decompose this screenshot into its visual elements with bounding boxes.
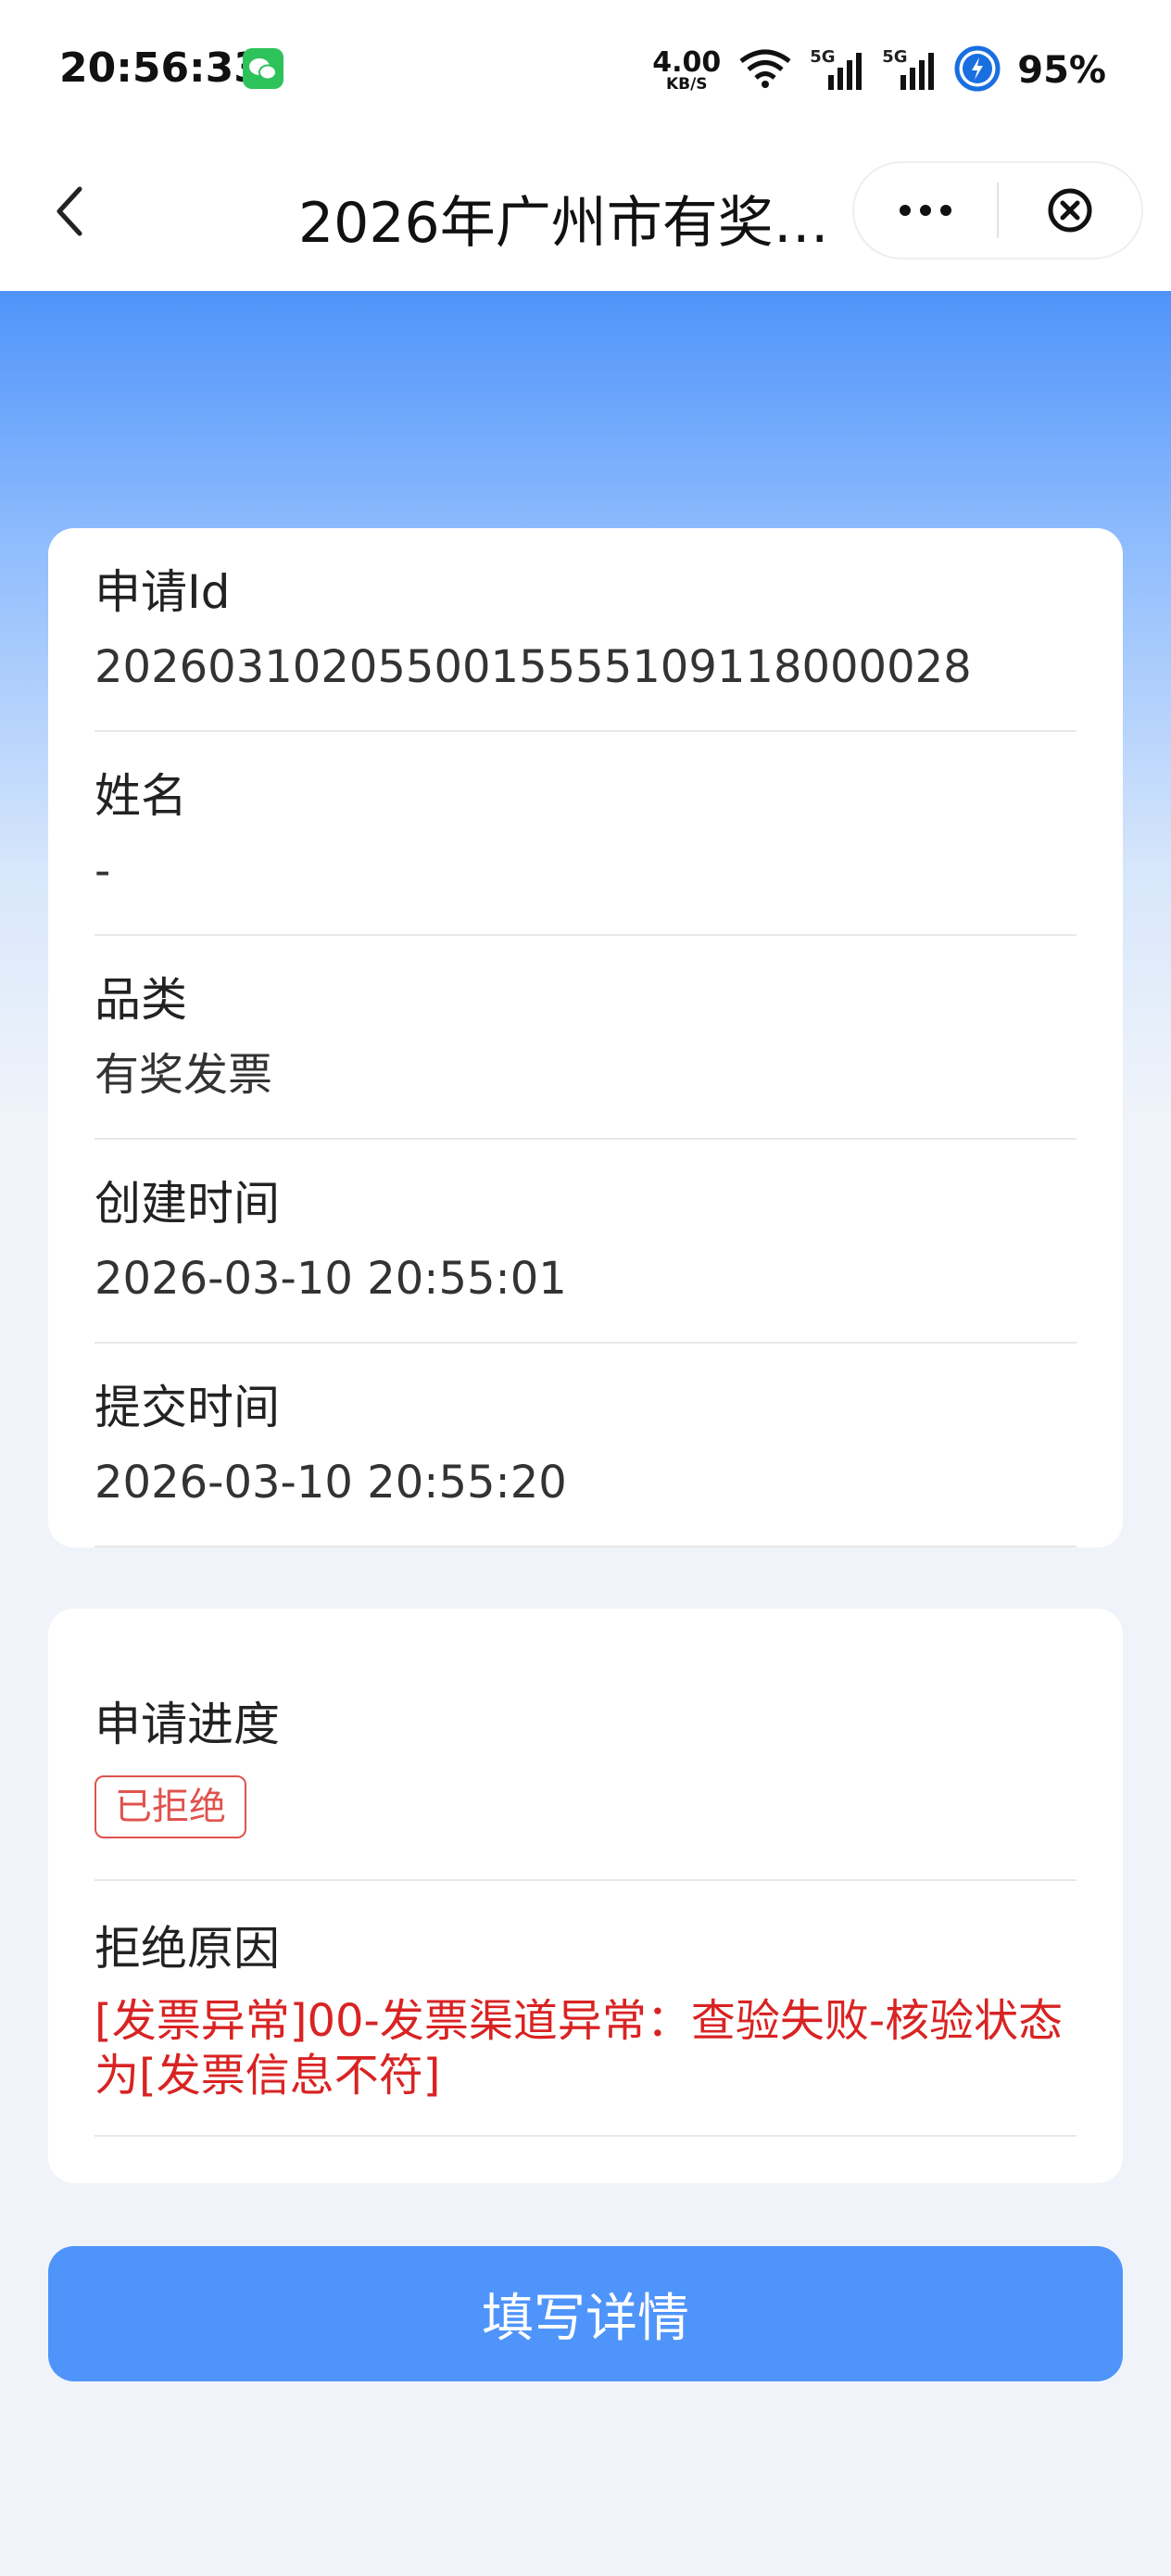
field-value: -	[94, 845, 111, 897]
fill-details-button[interactable]: 填写详情	[48, 2246, 1123, 2381]
field-label: 提交时间	[94, 1381, 280, 1434]
field-category: 品类 有奖发票	[94, 936, 1077, 1140]
field-value: 2026-03-10 20:55:01	[94, 1253, 567, 1305]
field-label: 拒绝原因	[94, 1922, 280, 1976]
field-value: 有奖发票	[94, 1049, 273, 1101]
field-label: 品类	[94, 973, 187, 1027]
application-progress-card: 申请进度 已拒绝 拒绝原因 [发票异常]00-发票渠道异常：查验失败-核验状态为…	[48, 1609, 1123, 2183]
battery-charging-icon	[954, 45, 1001, 95]
status-badge: 已拒绝	[94, 1775, 246, 1838]
close-button[interactable]	[999, 163, 1141, 258]
field-submitted-time: 提交时间 2026-03-10 20:55:20	[94, 1344, 1077, 1547]
close-circle-icon	[1048, 188, 1092, 233]
status-time: 20:56:33	[59, 44, 262, 92]
wifi-icon	[737, 48, 793, 93]
field-label: 姓名	[94, 769, 187, 823]
field-label: 申请进度	[94, 1698, 280, 1751]
reject-reason-text: [发票异常]00-发票渠道异常：查验失败-核验状态为[发票信息不符]	[94, 1995, 1064, 2102]
battery-level: 95%	[1017, 49, 1106, 92]
net-speed: 4.00 KB/S	[652, 45, 722, 94]
field-name: 姓名 -	[94, 732, 1077, 936]
status-icons: 4.00 KB/S 5G 5G 95%	[652, 43, 1106, 98]
chevron-left-icon	[57, 186, 82, 236]
back-button[interactable]	[37, 174, 104, 248]
application-info-card: 申请Id 2026031020550015555109118000028 姓名 …	[48, 528, 1123, 1547]
more-button[interactable]	[854, 163, 997, 258]
field-reject-reason: 拒绝原因 [发票异常]00-发票渠道异常：查验失败-核验状态为[发票信息不符]	[94, 1881, 1077, 2137]
title-bar: 2026年广州市有奖发…	[0, 141, 1171, 291]
net-speed-unit: KB/S	[665, 74, 708, 94]
field-progress: 申请进度 已拒绝	[94, 1609, 1077, 1881]
page-title: 2026年广州市有奖发…	[298, 191, 873, 256]
field-label: 申请Id	[94, 565, 231, 619]
field-value: 2026-03-10 20:55:20	[94, 1457, 567, 1509]
field-application-id: 申请Id 2026031020550015555109118000028	[94, 528, 1077, 732]
field-value: 2026031020550015555109118000028	[94, 641, 972, 693]
signal-bars-icon: 5G	[810, 47, 865, 94]
signal-bars-icon: 5G	[882, 47, 938, 94]
net-speed-value: 4.00	[652, 45, 722, 79]
field-label: 创建时间	[94, 1177, 280, 1231]
mini-program-capsule	[852, 161, 1143, 259]
status-bar: 20:56:33 4.00 KB/S 5G 5G 95%	[0, 0, 1171, 141]
wechat-icon	[243, 48, 283, 89]
field-created-time: 创建时间 2026-03-10 20:55:01	[94, 1140, 1077, 1344]
more-dots-icon	[899, 205, 951, 216]
